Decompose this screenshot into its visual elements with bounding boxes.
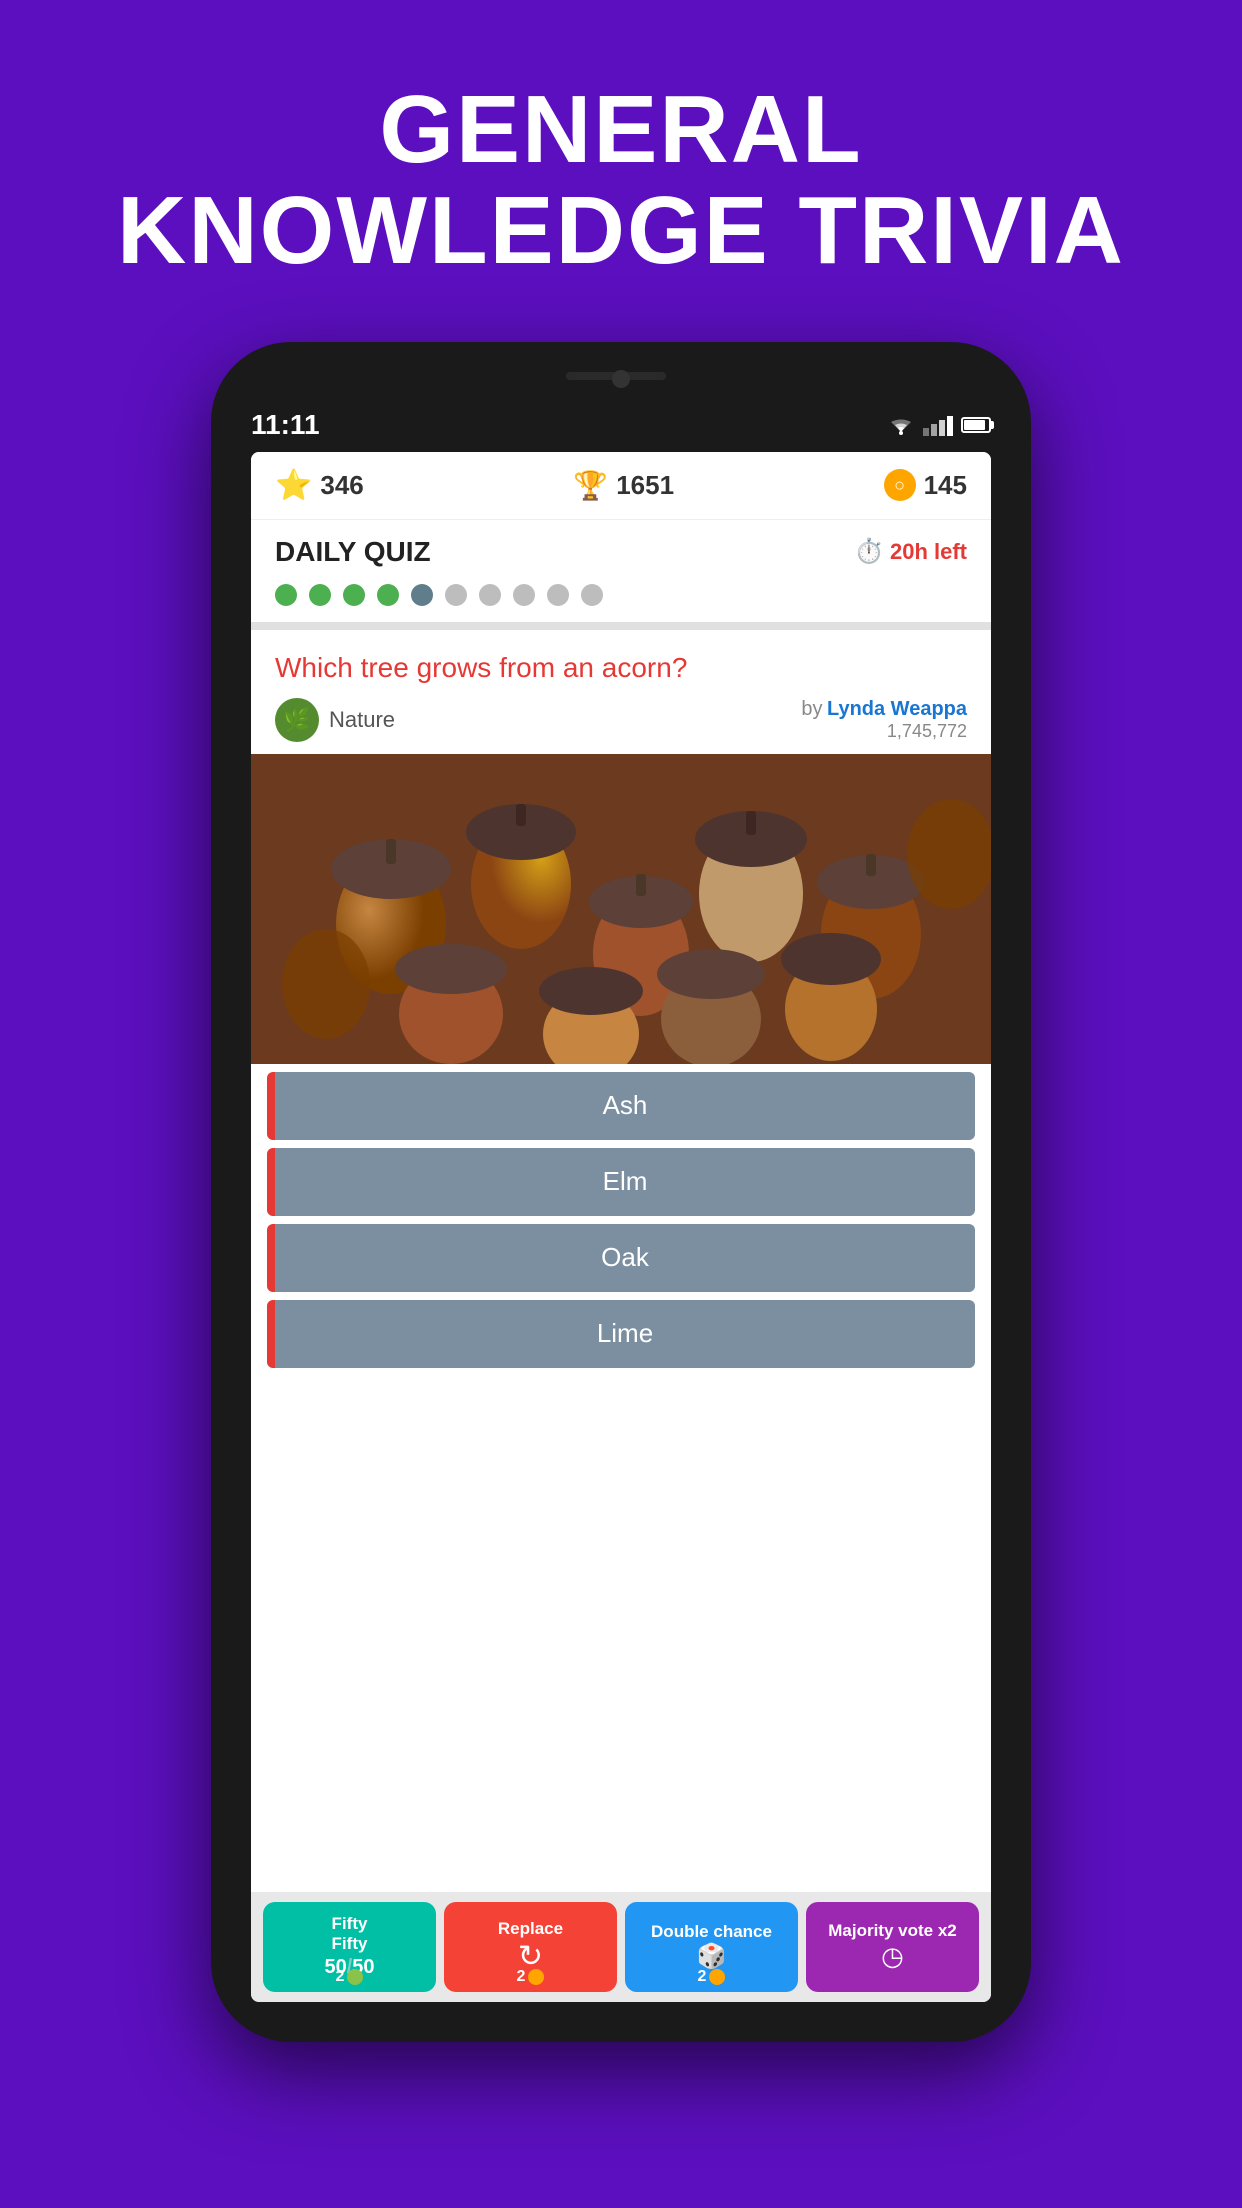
category-icon: 🌿 <box>275 698 319 742</box>
star-value: 346 <box>320 470 363 501</box>
progress-dots <box>251 576 991 622</box>
majority-vote-button[interactable]: Majority vote x2 ◷ <box>806 1902 979 1992</box>
app-title: GENERAL KNOWLEDGE TRIVIA <box>117 80 1125 282</box>
author-prefix: by <box>801 698 822 720</box>
dot-5 <box>411 584 433 606</box>
powerups-bar: FiftyFifty 50/50 2 Replace ↻ 2 Double ch… <box>251 1892 991 2002</box>
replace-cost-value: 2 <box>517 1968 526 1986</box>
title-line2: KNOWLEDGE TRIVIA <box>117 181 1125 282</box>
phone-screen: ⭐ 346 🏆 1651 ○ 145 DAILY QUIZ ⏱️ 20h lef… <box>251 452 991 2002</box>
majority-vote-label: Majority vote x2 <box>828 1921 957 1941</box>
answer-option-c[interactable]: Oak <box>267 1224 975 1292</box>
trophy-stat: 🏆 1651 <box>573 469 674 502</box>
answer-option-d[interactable]: Lime <box>267 1300 975 1368</box>
question-meta: 🌿 Nature by Lynda Weappa 1,745,772 <box>275 698 967 742</box>
section-divider <box>251 622 991 630</box>
majority-vote-icon: ◷ <box>881 1941 904 1972</box>
answer-option-b[interactable]: Elm <box>267 1148 975 1216</box>
title-line1: GENERAL <box>117 80 1125 181</box>
star-icon: ⭐ <box>275 468 312 503</box>
question-section: Which tree grows from an acorn? 🌿 Nature… <box>251 630 991 754</box>
wifi-icon <box>887 414 915 436</box>
double-chance-cost-value: 2 <box>698 1968 707 1986</box>
stats-bar: ⭐ 346 🏆 1651 ○ 145 <box>251 452 991 520</box>
fifty-fifty-cost: 2 <box>336 1968 364 1986</box>
answer-text-a: Ash <box>603 1090 648 1121</box>
coin-stat: ○ 145 <box>884 469 967 501</box>
dot-3 <box>343 584 365 606</box>
replace-cost: 2 <box>517 1968 545 1986</box>
answer-bar-c <box>267 1224 275 1292</box>
fifty-fifty-cost-value: 2 <box>336 1968 345 1986</box>
status-time: 11:11 <box>251 409 320 441</box>
answer-bar-d <box>267 1300 275 1368</box>
dot-10 <box>581 584 603 606</box>
battery-icon <box>961 417 991 433</box>
answer-text-d: Lime <box>597 1318 653 1349</box>
star-stat: ⭐ 346 <box>275 468 364 503</box>
phone-camera <box>612 370 630 388</box>
author-name: Lynda Weappa <box>827 698 967 720</box>
dot-7 <box>479 584 501 606</box>
question-text: Which tree grows from an acorn? <box>275 650 967 686</box>
answer-area-a: Ash <box>275 1072 975 1140</box>
answers-section: Ash Elm Oak Lime <box>251 1064 991 1892</box>
author-line: by Lynda Weappa <box>801 698 967 721</box>
replace-label: Replace <box>498 1919 563 1939</box>
answer-area-b: Elm <box>275 1148 975 1216</box>
dot-1 <box>275 584 297 606</box>
timer-icon: ⏱️ <box>854 537 884 566</box>
category-badge: 🌿 Nature <box>275 698 395 742</box>
trophy-value: 1651 <box>616 470 674 501</box>
timer-badge: ⏱️ 20h left <box>854 537 967 566</box>
double-chance-cost: 2 <box>698 1968 726 1986</box>
coin-icon: ○ <box>884 469 916 501</box>
answer-area-d: Lime <box>275 1300 975 1368</box>
dot-2 <box>309 584 331 606</box>
phone-mockup: 11:11 ⭐ <box>211 342 1031 2042</box>
answer-text-c: Oak <box>601 1242 649 1273</box>
question-image <box>251 754 991 1064</box>
fifty-fifty-label: FiftyFifty <box>332 1914 368 1955</box>
fifty-fifty-coin <box>347 1969 363 1985</box>
author-info: by Lynda Weappa 1,745,772 <box>801 698 967 742</box>
double-chance-coin <box>709 1969 725 1985</box>
dot-8 <box>513 584 535 606</box>
acorn-image <box>251 754 991 1064</box>
trophy-icon: 🏆 <box>573 469 608 502</box>
double-chance-button[interactable]: Double chance 🎲 2 <box>625 1902 798 1992</box>
dot-4 <box>377 584 399 606</box>
category-name: Nature <box>329 707 395 733</box>
dot-6 <box>445 584 467 606</box>
fifty-fifty-button[interactable]: FiftyFifty 50/50 2 <box>263 1902 436 1992</box>
daily-quiz-header: DAILY QUIZ ⏱️ 20h left <box>251 520 991 576</box>
answer-bar-a <box>267 1072 275 1140</box>
status-icons <box>887 414 991 436</box>
dot-9 <box>547 584 569 606</box>
answer-area-c: Oak <box>275 1224 975 1292</box>
answer-text-b: Elm <box>603 1166 648 1197</box>
signal-icon <box>923 414 953 436</box>
replace-button[interactable]: Replace ↻ 2 <box>444 1902 617 1992</box>
replace-coin <box>528 1969 544 1985</box>
coin-value: 145 <box>924 470 967 501</box>
answer-option-a[interactable]: Ash <box>267 1072 975 1140</box>
answer-bar-b <box>267 1148 275 1216</box>
daily-quiz-title: DAILY QUIZ <box>275 536 431 568</box>
double-chance-label: Double chance <box>651 1922 772 1942</box>
author-plays: 1,745,772 <box>801 721 967 742</box>
status-bar: 11:11 <box>251 400 991 450</box>
timer-text: 20h left <box>890 539 967 565</box>
